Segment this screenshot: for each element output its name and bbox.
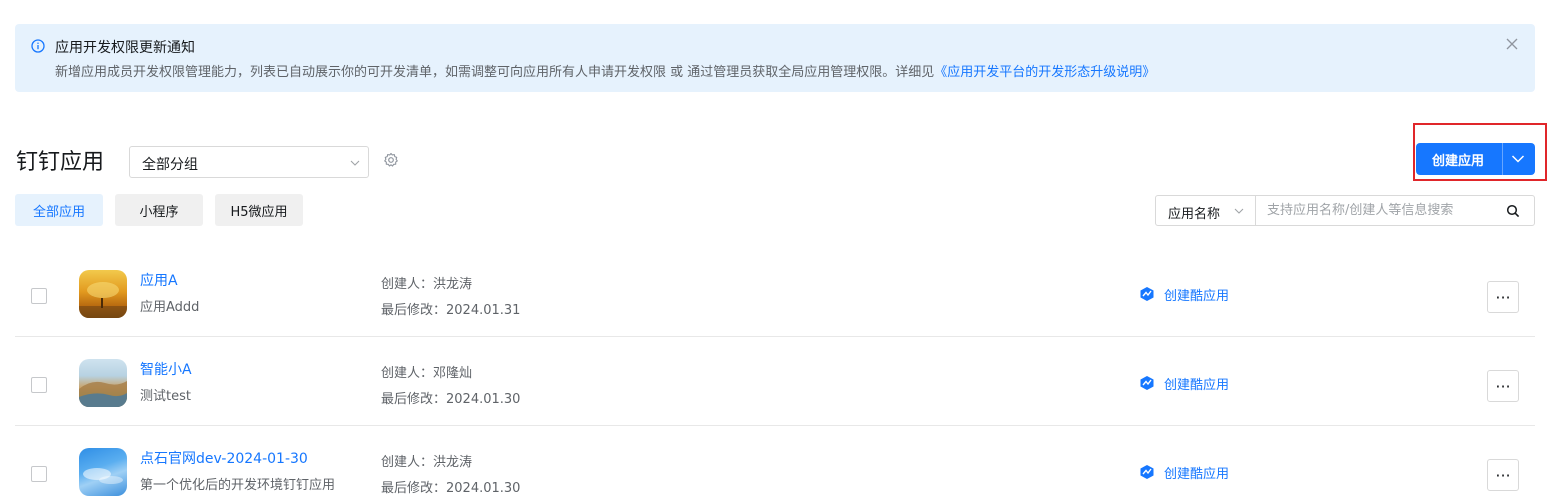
app-row: 应用A 应用Addd 创建人：洪龙涛 最后修改：2024.01.31 创建酷应用… (15, 248, 1535, 337)
app-description: 第一个优化后的开发环境钉钉应用 (140, 478, 336, 493)
app-name[interactable]: 点石官网dev-2024-01-30 (140, 448, 308, 468)
search-icon[interactable] (1506, 204, 1520, 218)
row-checkbox[interactable] (31, 377, 47, 393)
close-icon[interactable] (1505, 37, 1519, 51)
app-name[interactable]: 应用A (140, 270, 178, 290)
app-modified: 最后修改：2024.01.30 (381, 481, 521, 496)
info-icon (31, 39, 45, 53)
sky-image (83, 468, 123, 484)
notice-description-text: 新增应用成员开发权限管理能力，列表已自动展示你的可开发清单，如需调整可向应用所有… (55, 65, 935, 80)
more-button[interactable]: ··· (1487, 370, 1519, 402)
app-creator: 创建人：洪龙涛 (381, 455, 473, 470)
chevron-down-icon (1234, 208, 1244, 214)
notice-title: 应用开发权限更新通知 (55, 40, 195, 56)
more-button[interactable]: ··· (1487, 281, 1519, 313)
create-cool-app-label: 创建酷应用 (1164, 288, 1230, 304)
app-icon[interactable] (79, 359, 127, 407)
search-group: 应用名称 (1155, 195, 1535, 226)
app-creator: 创建人：洪龙涛 (381, 277, 473, 292)
app-modified: 最后修改：2024.01.31 (381, 303, 521, 318)
app-row: 智能小A 测试test 创建人：邓隆灿 最后修改：2024.01.30 创建酷应… (15, 337, 1535, 426)
page-title: 钉钉应用 (16, 150, 105, 175)
more-button[interactable]: ··· (1487, 459, 1519, 491)
coast-image (79, 381, 127, 407)
tab-h5-micro-app[interactable]: H5微应用 (215, 194, 303, 226)
group-select[interactable]: 全部分组 (129, 146, 369, 178)
chevron-down-icon[interactable] (1511, 153, 1525, 165)
app-description: 测试test (140, 389, 191, 404)
notice-banner: 应用开发权限更新通知 新增应用成员开发权限管理能力，列表已自动展示你的可开发清单… (15, 24, 1535, 92)
tab-mini-program[interactable]: 小程序 (115, 194, 203, 226)
create-app-button[interactable]: 创建应用 (1416, 143, 1535, 175)
app-icon[interactable] (79, 270, 127, 318)
app-creator: 创建人：邓隆灿 (381, 366, 473, 381)
row-checkbox[interactable] (31, 288, 47, 304)
row-checkbox[interactable] (31, 466, 47, 482)
app-modified: 最后修改：2024.01.30 (381, 392, 521, 407)
create-cool-app-label: 创建酷应用 (1164, 377, 1230, 393)
create-cool-app-label: 创建酷应用 (1164, 466, 1230, 482)
app-name[interactable]: 智能小A (140, 359, 192, 379)
app-description: 应用Addd (140, 300, 200, 315)
tab-all-apps[interactable]: 全部应用 (15, 194, 103, 226)
cool-app-icon (1140, 376, 1154, 390)
notice-description: 新增应用成员开发权限管理能力，列表已自动展示你的可开发清单，如需调整可向应用所有… (55, 61, 1155, 80)
app-icon[interactable] (79, 448, 127, 496)
notice-upgrade-link[interactable]: 《应用开发平台的开发形态升级说明》 (934, 65, 1155, 80)
create-app-label: 创建应用 (1432, 154, 1485, 169)
chevron-down-icon (350, 160, 360, 166)
search-field-select[interactable]: 应用名称 (1156, 196, 1256, 225)
app-row: 点石官网dev-2024-01-30 第一个优化后的开发环境钉钉应用 创建人：洪… (15, 426, 1535, 497)
sunset-image (79, 282, 127, 318)
search-input[interactable] (1257, 196, 1501, 225)
create-cool-app-button[interactable]: 创建酷应用 (1139, 373, 1229, 393)
gear-icon[interactable] (383, 152, 399, 168)
cool-app-icon (1140, 465, 1154, 479)
group-select-value: 全部分组 (142, 157, 198, 173)
search-field-value: 应用名称 (1168, 207, 1221, 222)
cool-app-icon (1140, 287, 1154, 301)
button-divider (1502, 143, 1503, 175)
create-cool-app-button[interactable]: 创建酷应用 (1139, 284, 1229, 304)
create-cool-app-button[interactable]: 创建酷应用 (1139, 462, 1229, 482)
